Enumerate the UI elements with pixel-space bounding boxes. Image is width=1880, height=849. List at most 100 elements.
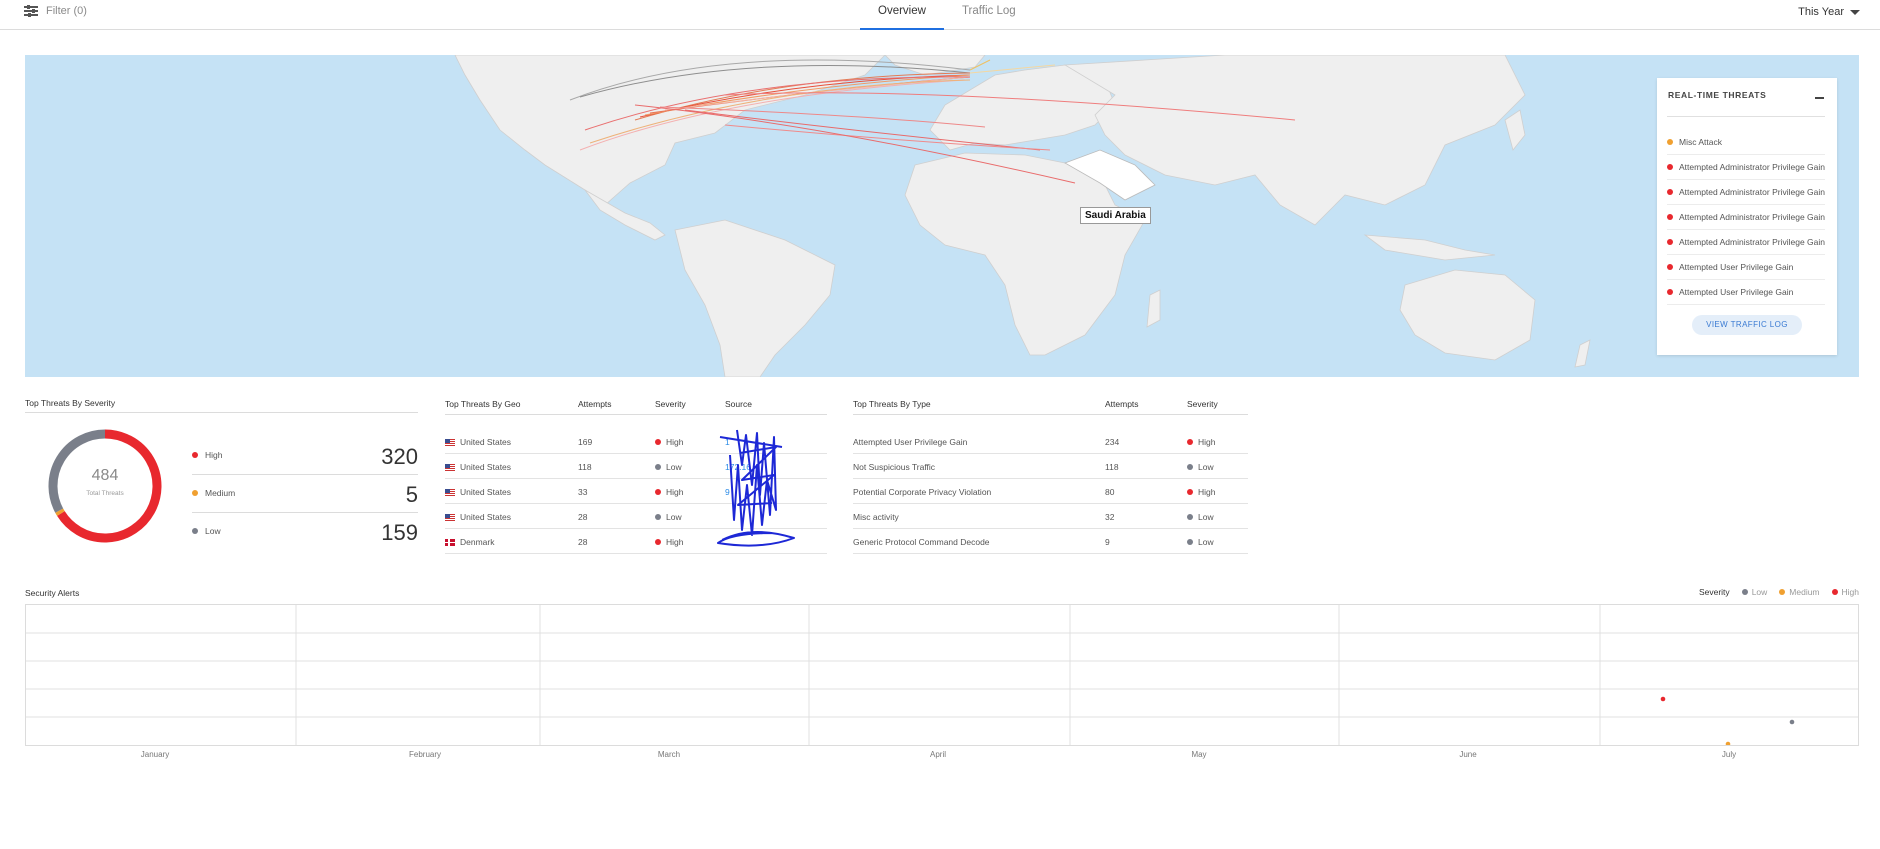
period-dropdown[interactable]: This Year	[1798, 6, 1860, 18]
asia-landmass	[1063, 55, 1526, 226]
severity-text: Low	[1198, 512, 1214, 522]
severity-dot	[1667, 189, 1673, 195]
divider	[25, 412, 418, 413]
divider	[192, 512, 418, 513]
type-cell: Not Suspicious Traffic	[853, 462, 936, 472]
severity-cell: Low	[655, 512, 682, 522]
attempts-cell: 28	[578, 537, 588, 547]
filter-label: Filter (0)	[46, 5, 87, 17]
country-name: United States	[460, 512, 512, 522]
type-cell: Potential Corporate Privacy Violation	[853, 487, 992, 497]
attempts-cell: 33	[578, 487, 588, 497]
severity-cell: Low	[1187, 512, 1214, 522]
view-traffic-log-button[interactable]: VIEW TRAFFIC LOG	[1692, 315, 1802, 335]
security-alerts-grid	[26, 605, 1858, 747]
legend-low[interactable]: Low	[1741, 587, 1768, 597]
indonesia-landmass	[1363, 234, 1496, 261]
severity-text: High	[666, 537, 684, 547]
severity-cell: High	[1187, 437, 1215, 447]
minimize-icon[interactable]	[1815, 97, 1824, 99]
legend-label: Low	[1751, 587, 1768, 597]
severity-dot	[655, 514, 661, 520]
realtime-threat-item[interactable]: Misc Attack	[1667, 130, 1825, 155]
severity-dot	[655, 489, 661, 495]
australia-landmass	[1399, 269, 1536, 361]
severity-dot	[1187, 439, 1193, 445]
type-table-row[interactable]: Potential Corporate Privacy Violation 80 H…	[853, 479, 1248, 504]
attempts-cell: 234	[1105, 437, 1120, 447]
legend-title: Severity	[1698, 587, 1730, 597]
month-label: March	[657, 750, 681, 759]
legend-dot	[1779, 589, 1786, 595]
severity-text: High	[1198, 487, 1216, 497]
severity-title: Top Threats By Severity	[25, 398, 116, 408]
threat-label: Attempted Administrator Privilege Gain	[1679, 237, 1825, 247]
realtime-threat-item[interactable]: Attempted User Privilege Gain	[1667, 255, 1825, 280]
legend-medium[interactable]: Medium	[1779, 587, 1820, 597]
realtime-threat-item[interactable]: Attempted Administrator Privilege Gain	[1667, 155, 1825, 180]
severity-label: Low	[192, 526, 221, 536]
threat-label: Misc Attack	[1679, 137, 1722, 147]
realtime-threat-item[interactable]: Attempted Administrator Privilege Gain	[1667, 180, 1825, 205]
country-cell: United States	[445, 437, 511, 447]
alert-point-high[interactable]	[1660, 696, 1666, 702]
realtime-threat-item[interactable]: Attempted User Privilege Gain	[1667, 280, 1825, 305]
severity-row-low: Low 159	[192, 514, 418, 552]
us-flag-icon	[445, 438, 455, 446]
severity-label-text: Low	[205, 526, 221, 536]
divider	[192, 474, 418, 475]
donut-slice-medium[interactable]	[55, 508, 65, 516]
severity-dot	[1667, 239, 1673, 245]
severity-dot	[1667, 139, 1673, 145]
legend-high[interactable]: High	[1831, 587, 1859, 597]
severity-text: High	[1198, 437, 1216, 447]
tab-overview[interactable]: Overview	[860, 0, 944, 30]
severity-dot	[1187, 464, 1193, 470]
pen-scribble-annotation	[717, 429, 795, 547]
month-label: April	[929, 750, 947, 759]
chevron-down-icon	[1850, 9, 1860, 15]
us-flag-icon	[445, 488, 455, 496]
type-table-row[interactable]: Misc activity 32 Low	[853, 504, 1248, 529]
top-bar: Filter (0) Overview Traffic Log This Yea…	[0, 0, 1880, 30]
realtime-threats-title: REAL-TIME THREATS	[1668, 90, 1767, 100]
severity-row-medium: Medium 5	[192, 476, 418, 514]
month-label: July	[1721, 750, 1737, 759]
alert-point-low[interactable]	[1789, 719, 1795, 725]
total-threats-value: 484	[91, 467, 119, 484]
month-label: June	[1459, 750, 1477, 759]
type-table-row[interactable]: Not Suspicious Traffic 118 Low	[853, 454, 1248, 479]
severity-dot	[655, 539, 661, 545]
legend-label: Medium	[1789, 587, 1820, 597]
type-table-row[interactable]: Attempted User Privilege Gain 234 High	[853, 429, 1248, 454]
severity-cell: Low	[655, 462, 682, 472]
donut-slice-high[interactable]	[57, 429, 162, 543]
severity-cell: High	[655, 487, 683, 497]
security-alerts-title: Security Alerts	[25, 588, 80, 598]
legend-dot	[1831, 589, 1838, 595]
country-cell: Denmark	[445, 537, 494, 547]
us-flag-icon	[445, 463, 455, 471]
tab-traffic-log[interactable]: Traffic Log	[944, 0, 1034, 30]
period-label: This Year	[1798, 6, 1844, 18]
alert-point-medium[interactable]	[1725, 741, 1731, 747]
threat-world-map[interactable]: Saudi Arabia REAL-TIME THREATS Misc Atta…	[25, 55, 1859, 377]
attempts-cell: 118	[578, 462, 592, 472]
realtime-threat-item[interactable]: Attempted Administrator Privilege Gain	[1667, 230, 1825, 255]
type-table-row[interactable]: Generic Protocol Command Decode 9 Low	[853, 529, 1248, 554]
threat-label: Attempted Administrator Privilege Gain	[1679, 162, 1825, 172]
severity-dot	[1187, 514, 1193, 520]
realtime-threat-item[interactable]: Attempted Administrator Privilege Gain	[1667, 205, 1825, 230]
severity-dot	[1187, 539, 1193, 545]
severity-cell: Low	[1187, 462, 1214, 472]
attempts-cell: 32	[1105, 512, 1115, 522]
divider	[853, 414, 1248, 415]
filter-button[interactable]: Filter (0)	[24, 5, 87, 17]
divider	[1667, 116, 1825, 117]
severity-text: High	[666, 487, 684, 497]
severity-label-text: High	[205, 450, 223, 460]
type-title: Top Threats By Type	[853, 399, 931, 409]
country-cell: United States	[445, 487, 511, 497]
new-zealand-landmass	[1574, 339, 1591, 368]
attempts-cell: 169	[578, 437, 593, 447]
